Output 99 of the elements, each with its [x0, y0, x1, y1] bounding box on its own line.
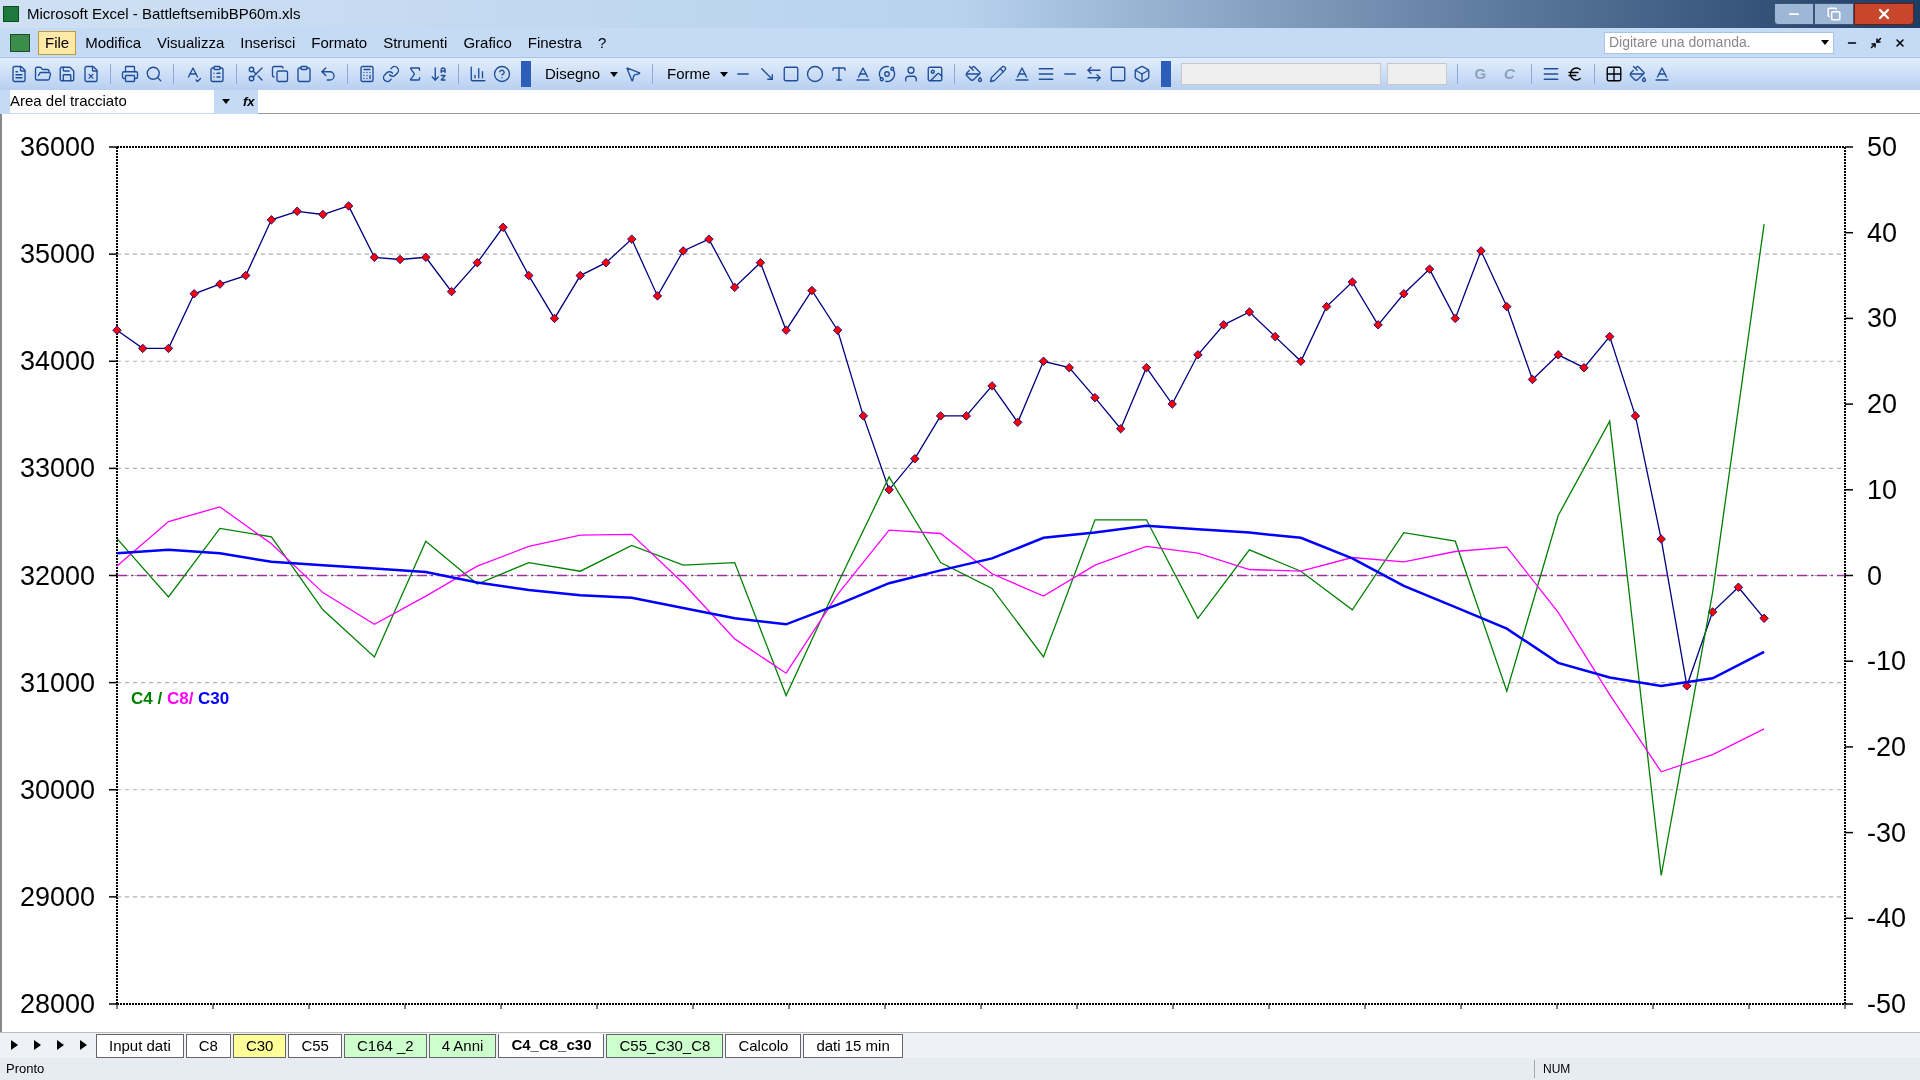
workbook-icon[interactable]	[10, 33, 30, 52]
minimize-button[interactable]	[1774, 3, 1814, 25]
excel-icon	[3, 6, 19, 22]
calculator-icon[interactable]	[358, 65, 376, 83]
oval-tool-icon[interactable]	[806, 65, 825, 83]
menu-item[interactable]: Inserisci	[233, 30, 303, 55]
axis-tick-label: -10	[1867, 646, 1907, 677]
toolbar-dropdown[interactable]: Disegno	[541, 62, 605, 86]
close-workbook-icon[interactable]	[1894, 36, 1906, 49]
axis-tick-label: 50	[1867, 132, 1898, 162]
caret-icon[interactable]	[1821, 40, 1829, 45]
axis-tick-label: 40	[1867, 217, 1898, 248]
hyperlink-icon[interactable]	[382, 65, 400, 83]
axis-tick-label: 28000	[19, 989, 95, 1019]
sheet-tab[interactable]: Calcolo	[725, 1034, 802, 1058]
close-icon	[1876, 6, 1892, 22]
help-icon[interactable]	[493, 65, 511, 83]
sheet-tab[interactable]: C164 _2	[343, 1034, 427, 1058]
restore-workbook-icon[interactable]	[1870, 36, 1882, 49]
caret-icon[interactable]	[222, 99, 230, 104]
axis-tick-label: -50	[1867, 989, 1907, 1019]
font-color-icon[interactable]	[1013, 65, 1032, 83]
menu-item[interactable]: Visualizza	[150, 30, 232, 55]
paste-icon[interactable]	[295, 65, 313, 83]
axis-tick-label: 10	[1867, 474, 1898, 505]
axis-tick-label: 0	[1867, 560, 1883, 591]
menu-item[interactable]: Grafico	[456, 30, 519, 55]
axis-tick-label: -30	[1867, 817, 1907, 848]
arrow-style-icon[interactable]	[1085, 65, 1104, 83]
open-folder-icon[interactable]	[34, 65, 52, 83]
toolbar-options-button[interactable]	[1161, 61, 1172, 87]
axis-tick-label: 20	[1867, 389, 1898, 420]
menu-item[interactable]: Finestra	[520, 30, 589, 55]
formula-label: fx	[240, 89, 258, 114]
euro-icon[interactable]	[1565, 65, 1584, 83]
menu-item[interactable]: Modifica	[78, 30, 149, 55]
axis-tick-label: 32000	[19, 560, 95, 591]
fill-color-icon[interactable]	[965, 65, 984, 83]
status-text: Pronto	[6, 1060, 45, 1079]
caret-icon[interactable]	[610, 71, 619, 77]
new-file-icon[interactable]	[10, 65, 28, 83]
menu-item[interactable]: File	[38, 30, 77, 55]
axis-tick-label: 35000	[19, 239, 95, 270]
line-style-icon[interactable]	[1037, 65, 1056, 83]
axis-tick-label: 30	[1867, 303, 1898, 334]
close-button[interactable]	[1854, 3, 1914, 25]
undo-icon[interactable]	[319, 65, 337, 83]
print-icon[interactable]	[121, 65, 139, 83]
axis-tick-label: 29000	[19, 881, 95, 912]
legend-text: C4 / C8/ C30	[131, 689, 230, 708]
menu-item[interactable]: Strumenti	[376, 30, 455, 55]
sort-icon[interactable]	[430, 65, 448, 83]
scroll-prev-tab-icon[interactable]	[34, 1040, 41, 1050]
save-icon[interactable]	[58, 65, 76, 83]
scroll-next-tab-icon[interactable]	[57, 1040, 64, 1050]
toolbar-dropdown[interactable]: Forme	[663, 62, 715, 86]
axis-tick-label: 31000	[19, 667, 95, 698]
text-box-icon[interactable]	[830, 65, 849, 83]
menu-item[interactable]: Formato	[304, 30, 375, 55]
restore-icon	[1827, 7, 1841, 21]
sheet-tab[interactable]: C55	[288, 1034, 342, 1058]
name-box[interactable]: Area del tracciato	[0, 89, 240, 114]
chart-wizard-icon[interactable]	[469, 65, 487, 83]
sheet-tab[interactable]: C30	[232, 1034, 287, 1058]
sheet-tab[interactable]: 4 Anni	[428, 1034, 497, 1058]
sheet-tab[interactable]: Input dati	[96, 1034, 184, 1058]
picture-icon[interactable]	[926, 65, 945, 83]
cut-icon[interactable]	[247, 65, 265, 83]
3d-style-icon[interactable]	[1133, 65, 1152, 83]
maximize-button[interactable]	[1814, 3, 1854, 25]
line-color-icon[interactable]	[989, 65, 1008, 83]
font-size-field[interactable]	[1387, 63, 1448, 85]
align-icon[interactable]	[1541, 65, 1560, 83]
menu-item[interactable]: ?	[590, 30, 614, 55]
scroll-last-tab-icon[interactable]	[80, 1040, 87, 1050]
axis-tick-label: 33000	[19, 453, 95, 484]
axis-tick-label: -40	[1867, 903, 1907, 934]
scroll-first-tab-icon[interactable]	[11, 1040, 18, 1050]
copy-icon[interactable]	[271, 65, 289, 83]
num-lock-indicator: NUM	[1534, 1060, 1634, 1078]
axis-tick-label: 36000	[19, 132, 95, 162]
window-title: Microsoft Excel - BattleftsemibBP60m.xls	[27, 3, 301, 24]
axis-tick-label: -20	[1867, 731, 1907, 762]
sheet-tab[interactable]: C55_C30_C8	[606, 1034, 724, 1058]
font-name-field[interactable]	[1181, 63, 1382, 85]
wordart-icon[interactable]	[854, 65, 873, 83]
axis-tick-label: 30000	[19, 774, 95, 805]
borders-icon[interactable]	[1604, 65, 1623, 83]
caret-icon[interactable]	[720, 71, 729, 77]
rectangle-tool-icon[interactable]	[782, 65, 801, 83]
help-search-field[interactable]: Digitare una domanda.	[1604, 31, 1834, 54]
sheet-tab[interactable]: C4_C8_c30	[498, 1034, 605, 1058]
sheet-tab[interactable]: C8	[185, 1034, 231, 1058]
fill-color-icon[interactable]	[1628, 65, 1647, 83]
print-preview-icon[interactable]	[145, 65, 163, 83]
select-pointer-icon[interactable]	[624, 65, 643, 83]
sheet-tab[interactable]: dati 15 min	[803, 1034, 903, 1058]
font-color-icon[interactable]	[1652, 65, 1671, 83]
axis-tick-label: 34000	[19, 346, 95, 377]
